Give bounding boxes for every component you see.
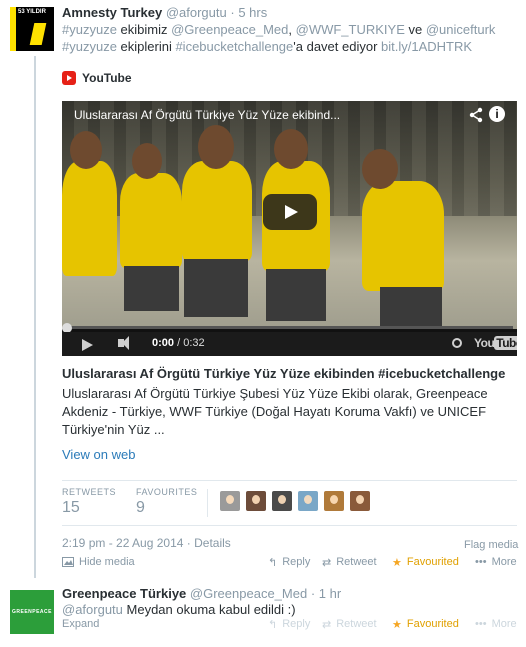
avatar[interactable] <box>298 491 318 511</box>
image-icon <box>62 557 74 567</box>
retweets-count: 15 <box>62 499 80 516</box>
reply-button[interactable]: ↰ Reply <box>268 618 310 631</box>
star-icon: ★ <box>392 618 402 631</box>
tweet2-handle[interactable]: @Greenpeace_Med <box>190 586 307 601</box>
mention-link[interactable]: @aforgutu <box>62 602 123 617</box>
mention-link[interactable]: @unicefturk <box>426 22 496 37</box>
settings-gear-icon[interactable] <box>452 338 462 348</box>
expand-link[interactable]: Expand <box>62 618 99 630</box>
avatar[interactable] <box>350 491 370 511</box>
tweet1-header: Amnesty Turkey @aforgutu · 5 hrs <box>62 5 268 20</box>
mention-link[interactable]: @Greenpeace_Med <box>171 22 288 37</box>
retweet-icon: ⇄ <box>322 618 332 631</box>
amnesty-turkey-avatar[interactable]: 53 YILDIR <box>10 7 54 51</box>
conversation-thread-line <box>34 56 36 578</box>
hashtag-link[interactable]: #yuzyuze <box>62 39 117 54</box>
info-icon[interactable]: i <box>489 106 505 122</box>
star-icon: ★ <box>392 556 402 569</box>
video-total-time: / 0:32 <box>177 337 205 349</box>
tweet-stats: RETWEETS 15 FAVOURITES 9 <box>62 480 517 526</box>
hashtag-link[interactable]: #yuzyuze <box>62 22 117 37</box>
tweet-meta: 2:19 pm - 22 Aug 2014 · Details <box>62 536 231 550</box>
favourite-button[interactable]: ★ Favourited <box>392 556 459 569</box>
video-time: 0:00 / 0:32 <box>152 337 205 349</box>
youtube-logo-icon <box>62 71 76 85</box>
retweet-button[interactable]: ⇄ Retweet <box>322 556 377 569</box>
short-url-link[interactable]: bit.ly/1ADHTRK <box>381 39 472 54</box>
reply-button[interactable]: ↰ Reply <box>268 556 310 569</box>
details-link[interactable]: Details <box>194 536 231 550</box>
more-button[interactable]: ••• More <box>475 556 517 568</box>
favourite-button[interactable]: ★ Favourited <box>392 618 459 631</box>
card-description: Uluslararası Af Örgütü Türkiye Şubesi Yü… <box>62 386 488 437</box>
hashtag-link[interactable]: #icebucketchallenge <box>175 39 293 54</box>
tweet2-author-name[interactable]: Greenpeace Türkiye <box>62 586 186 601</box>
video-controls: 0:00 / 0:32 YouTube <box>62 332 517 356</box>
favourites-stat[interactable]: FAVOURITES 9 <box>136 487 197 517</box>
retweets-label: RETWEETS <box>62 487 117 497</box>
tweet-timestamp[interactable]: 2:19 pm - 22 Aug 2014 <box>62 536 183 550</box>
view-on-web-link[interactable]: View on web <box>62 447 135 462</box>
youtube-watch-logo[interactable]: YouTube <box>474 336 517 350</box>
tweet1-time[interactable]: 5 hrs <box>238 5 267 20</box>
greenpeace-avatar[interactable]: GREENPEACE <box>10 590 54 634</box>
avatar[interactable] <box>272 491 292 511</box>
mention-link[interactable]: @WWF_TURKIYE <box>296 22 405 37</box>
play-control-icon[interactable] <box>82 339 93 351</box>
tweet2-time[interactable]: 1 hr <box>319 586 341 601</box>
flag-media-link[interactable]: Flag media <box>464 539 518 551</box>
retweets-stat[interactable]: RETWEETS 15 <box>62 487 116 517</box>
avatar[interactable] <box>324 491 344 511</box>
tweet2-text: @aforgutu Meydan okuma kabul edildi :) <box>62 602 296 617</box>
video-player[interactable]: Uluslararası Af Örgütü Türkiye Yüz Yüze … <box>62 101 517 356</box>
tweet1-handle[interactable]: @aforgutu <box>166 5 227 20</box>
avatar-badge-text: 53 YILDIR <box>18 9 46 15</box>
play-button[interactable] <box>263 194 317 230</box>
tweet2-header: Greenpeace Türkiye @Greenpeace_Med · 1 h… <box>62 586 342 601</box>
card-source-label: YouTube <box>82 71 132 85</box>
volume-icon[interactable] <box>118 336 129 350</box>
share-icon[interactable] <box>468 107 484 123</box>
reply-icon: ↰ <box>268 556 278 569</box>
avatar[interactable] <box>246 491 266 511</box>
video-progress-bar[interactable] <box>66 326 513 329</box>
favourites-label: FAVOURITES <box>136 487 198 497</box>
tweet1-text: #yuzyuze ekibimiz @Greenpeace_Med, @WWF_… <box>62 22 496 54</box>
more-button[interactable]: ••• More <box>475 618 517 630</box>
video-title[interactable]: Uluslararası Af Örgütü Türkiye Yüz Yüze … <box>74 108 340 122</box>
retweet-icon: ⇄ <box>322 556 332 569</box>
tweet1-author-name[interactable]: Amnesty Turkey <box>62 5 162 20</box>
reply-icon: ↰ <box>268 618 278 631</box>
card-source[interactable]: YouTube <box>62 71 132 85</box>
more-dots-icon: ••• <box>475 556 487 568</box>
favouriter-avatars <box>220 491 376 511</box>
more-dots-icon: ••• <box>475 618 487 630</box>
card-title[interactable]: Uluslararası Af Örgütü Türkiye Yüz Yüze … <box>62 366 505 381</box>
favourites-count: 9 <box>136 499 145 516</box>
video-current-time: 0:00 <box>152 337 175 349</box>
avatar[interactable] <box>220 491 240 511</box>
retweet-button[interactable]: ⇄ Retweet <box>322 618 377 631</box>
hide-media-button[interactable]: Hide media <box>62 556 135 568</box>
